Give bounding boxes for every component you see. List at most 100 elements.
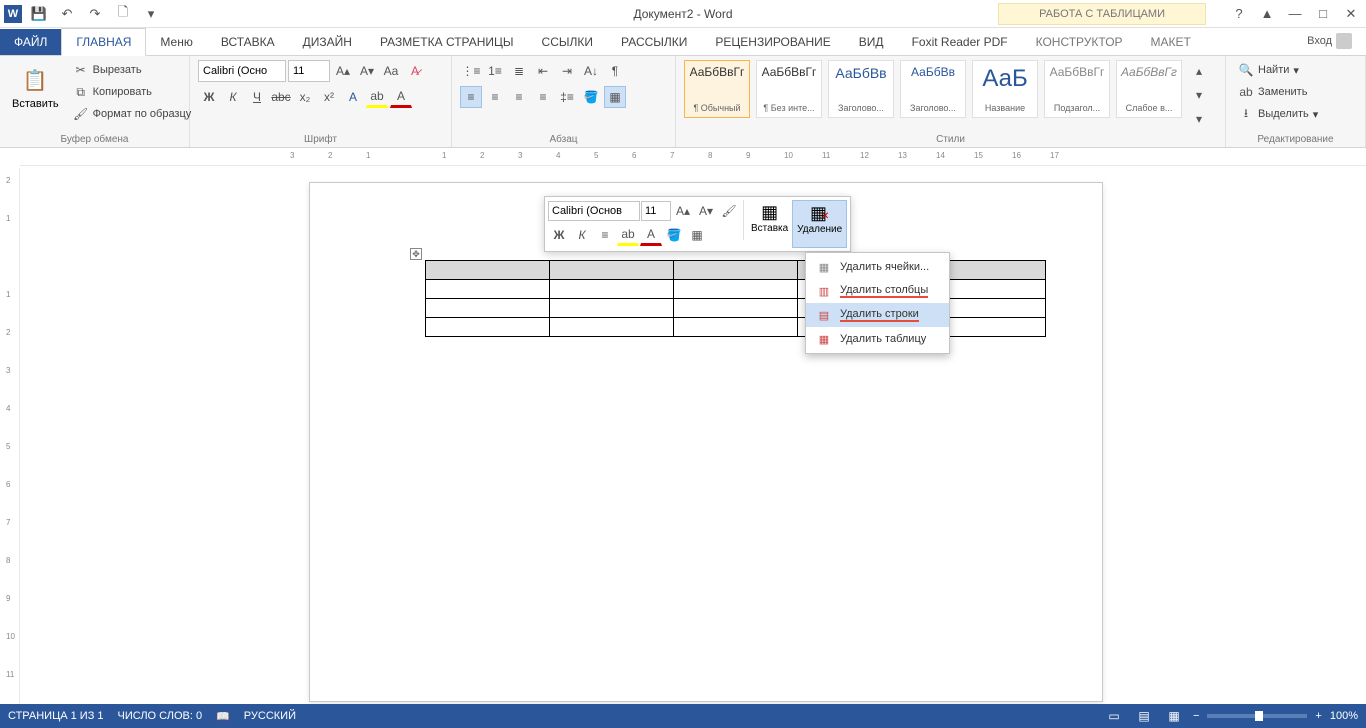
numbering-icon[interactable]: 1≡ xyxy=(484,60,506,82)
view-web-icon[interactable]: ▦ xyxy=(1163,707,1185,725)
superscript-button[interactable]: x² xyxy=(318,86,340,108)
find-button[interactable]: 🔍Найти ▾ xyxy=(1234,60,1322,80)
tab-references[interactable]: ССЫЛКИ xyxy=(528,29,607,55)
zoom-out-icon[interactable]: − xyxy=(1193,710,1199,722)
paste-button[interactable]: 📋 Вставить xyxy=(8,60,63,114)
align-right-icon[interactable]: ≡ xyxy=(508,86,530,108)
tab-home[interactable]: ГЛАВНАЯ xyxy=(61,28,146,56)
style-no-spacing[interactable]: АаБбВвГг¶ Без инте... xyxy=(756,60,822,118)
status-proofing-icon[interactable]: 📖 xyxy=(216,710,230,723)
mini-italic[interactable]: К xyxy=(571,224,593,246)
tab-table-layout[interactable]: МАКЕТ xyxy=(1137,29,1205,55)
font-color-icon[interactable]: A xyxy=(390,86,412,108)
menu-delete-cells[interactable]: ▦Удалить ячейки... xyxy=(806,255,949,279)
mini-delete-button[interactable]: ▦✕ Удаление xyxy=(792,200,847,248)
select-button[interactable]: ⭳Выделить ▾ xyxy=(1234,104,1322,124)
close-icon[interactable]: ✕ xyxy=(1340,3,1362,25)
mini-bold[interactable]: Ж xyxy=(548,224,570,246)
styles-down-icon[interactable]: ▾ xyxy=(1188,84,1210,106)
tab-table-design[interactable]: КОНСТРУКТОР xyxy=(1022,29,1137,55)
status-page[interactable]: СТРАНИЦА 1 ИЗ 1 xyxy=(8,710,104,723)
styles-up-icon[interactable]: ▴ xyxy=(1188,60,1210,82)
styles-more-icon[interactable]: ▾ xyxy=(1188,108,1210,130)
font-size-combo[interactable] xyxy=(288,60,330,82)
mini-font-size[interactable] xyxy=(641,201,671,221)
underline-button[interactable]: Ч xyxy=(246,86,268,108)
mini-font-name[interactable] xyxy=(548,201,640,221)
subscript-button[interactable]: x₂ xyxy=(294,86,316,108)
sort-icon[interactable]: A↓ xyxy=(580,60,602,82)
tab-menu[interactable]: Меню xyxy=(146,29,206,55)
decrease-indent-icon[interactable]: ⇤ xyxy=(532,60,554,82)
style-normal[interactable]: АаБбВвГг¶ Обычный xyxy=(684,60,750,118)
bold-button[interactable]: Ж xyxy=(198,86,220,108)
sign-in[interactable]: Вход xyxy=(1301,27,1358,55)
align-left-icon[interactable]: ≡ xyxy=(460,86,482,108)
tab-mailings[interactable]: РАССЫЛКИ xyxy=(607,29,701,55)
tab-foxit[interactable]: Foxit Reader PDF xyxy=(898,29,1022,55)
zoom-slider[interactable] xyxy=(1207,714,1307,718)
format-painter-button[interactable]: 🖌Формат по образцу xyxy=(69,104,196,124)
italic-button[interactable]: К xyxy=(222,86,244,108)
mini-insert-button[interactable]: ▦ Вставка xyxy=(747,200,792,248)
maximize-icon[interactable]: □ xyxy=(1312,3,1334,25)
highlight-icon[interactable]: ab xyxy=(366,86,388,108)
new-doc-icon[interactable]: 🗋 xyxy=(112,3,134,25)
style-heading2[interactable]: АаБбВвЗаголово... xyxy=(900,60,966,118)
mini-format-painter-icon[interactable]: 🖌 xyxy=(718,200,740,222)
mini-grow-font-icon[interactable]: A▴ xyxy=(672,200,694,222)
multilevel-icon[interactable]: ≣ xyxy=(508,60,530,82)
tab-design[interactable]: ДИЗАЙН xyxy=(289,29,366,55)
menu-delete-columns[interactable]: ▥Удалить столбцы xyxy=(806,279,949,303)
document-table[interactable] xyxy=(425,260,1046,337)
mini-align-icon[interactable]: ≡ xyxy=(594,224,616,246)
menu-delete-rows[interactable]: ▤Удалить строки xyxy=(806,303,949,327)
clear-format-icon[interactable]: A̷ xyxy=(404,60,426,82)
style-heading1[interactable]: АаБбВвЗаголово... xyxy=(828,60,894,118)
bullets-icon[interactable]: ⋮≡ xyxy=(460,60,482,82)
horizontal-ruler[interactable]: 3211234567891011121314151617 xyxy=(20,148,1366,166)
minimize-icon[interactable]: — xyxy=(1284,3,1306,25)
justify-icon[interactable]: ≡ xyxy=(532,86,554,108)
shrink-font-icon[interactable]: A▾ xyxy=(356,60,378,82)
increase-indent-icon[interactable]: ⇥ xyxy=(556,60,578,82)
shading-icon[interactable]: 🪣 xyxy=(580,86,602,108)
replace-button[interactable]: abЗаменить xyxy=(1234,82,1322,102)
style-subtle-emphasis[interactable]: АаБбВвГгСлабое в... xyxy=(1116,60,1182,118)
align-center-icon[interactable]: ≡ xyxy=(484,86,506,108)
font-name-combo[interactable] xyxy=(198,60,286,82)
zoom-in-icon[interactable]: + xyxy=(1315,710,1321,722)
status-language[interactable]: РУССКИЙ xyxy=(244,710,296,723)
mini-shrink-font-icon[interactable]: A▾ xyxy=(695,200,717,222)
cut-button[interactable]: ✂Вырезать xyxy=(69,60,196,80)
vertical-ruler[interactable]: 211234567891011 xyxy=(0,168,20,704)
view-print-icon[interactable]: ▤ xyxy=(1133,707,1155,725)
tab-page-layout[interactable]: РАЗМЕТКА СТРАНИЦЫ xyxy=(366,29,528,55)
qat-customize-icon[interactable]: ▾ xyxy=(140,3,162,25)
status-words[interactable]: ЧИСЛО СЛОВ: 0 xyxy=(118,710,203,723)
strike-button[interactable]: abc xyxy=(270,86,292,108)
tab-insert[interactable]: ВСТАВКА xyxy=(207,29,289,55)
zoom-level[interactable]: 100% xyxy=(1330,710,1358,722)
help-icon[interactable]: ? xyxy=(1228,3,1250,25)
tab-view[interactable]: ВИД xyxy=(845,29,898,55)
text-effects-icon[interactable]: A xyxy=(342,86,364,108)
table-move-handle[interactable]: ✥ xyxy=(410,248,422,260)
style-subtitle[interactable]: АаБбВвГгПодзагол... xyxy=(1044,60,1110,118)
show-marks-icon[interactable]: ¶ xyxy=(604,60,626,82)
tab-file[interactable]: ФАЙЛ xyxy=(0,29,61,55)
menu-delete-table[interactable]: ▦Удалить таблицу xyxy=(806,327,949,351)
style-title[interactable]: АаБНазвание xyxy=(972,60,1038,118)
borders-icon[interactable]: ▦ xyxy=(604,86,626,108)
undo-icon[interactable]: ↶ xyxy=(56,3,78,25)
tab-review[interactable]: РЕЦЕНЗИРОВАНИЕ xyxy=(701,29,844,55)
mini-highlight-icon[interactable]: ab xyxy=(617,224,639,246)
redo-icon[interactable]: ↷ xyxy=(84,3,106,25)
mini-borders-icon[interactable]: ▦ xyxy=(686,224,708,246)
grow-font-icon[interactable]: A▴ xyxy=(332,60,354,82)
line-spacing-icon[interactable]: ‡≡ xyxy=(556,86,578,108)
change-case-icon[interactable]: Aa xyxy=(380,60,402,82)
mini-font-color-icon[interactable]: A xyxy=(640,224,662,246)
save-icon[interactable]: 💾 xyxy=(28,3,50,25)
mini-shading-icon[interactable]: 🪣 xyxy=(663,224,685,246)
